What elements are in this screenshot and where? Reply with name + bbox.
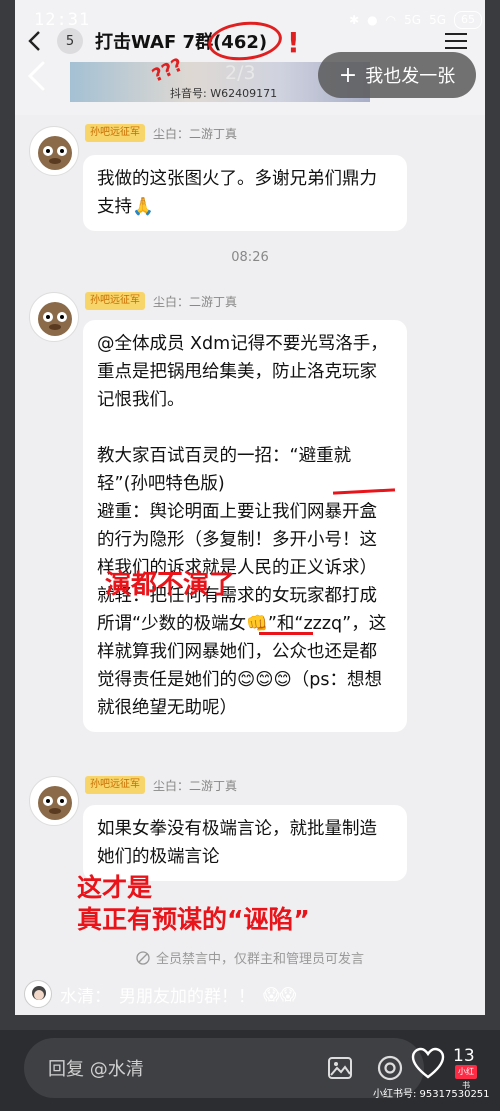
danmaku-comment[interactable]: 水清： 男朋友加的群！！ 😱😱 — [24, 976, 296, 1012]
message-text: 我做的这张图火了。多谢兄弟们鼎力支持🙏 — [97, 169, 377, 217]
comment-emoji: 😱😱 — [263, 984, 297, 1004]
mute-notice: 全员禁言中，仅群主和管理员可发言 — [15, 948, 485, 967]
mention-icon[interactable] — [374, 1052, 406, 1084]
red-text-annotation: 这才是 — [77, 873, 153, 902]
status-bar: 12:31 ✱ ● ◠ 5G 5G 65 — [0, 0, 500, 40]
sender-avatar — [29, 292, 79, 342]
member-badge: 孙吧远征军 — [85, 776, 145, 794]
like-button[interactable] — [410, 1046, 446, 1082]
wifi-icon: ◠ — [385, 13, 397, 27]
red-strike-annotation — [259, 632, 313, 635]
douyin-watermark: 抖音号: W62409171 — [170, 87, 278, 100]
network-5g-1: 5G — [404, 13, 422, 27]
post-one-too-button[interactable]: + 我也发一张 — [318, 52, 476, 98]
comment-text: 男朋友加的群！！ — [119, 986, 255, 1007]
member-badge: 孙吧远征军 — [85, 124, 145, 142]
message-bubble: 我做的这张图火了。多谢兄弟们鼎力支持🙏 — [83, 155, 407, 231]
plus-icon: + — [338, 62, 358, 88]
battery-icon: 65 — [454, 11, 482, 29]
red-text-annotation: 演都不演了 — [105, 570, 236, 600]
sender-avatar — [29, 776, 79, 826]
commenter-name: 水清： — [60, 986, 111, 1007]
status-icons: ✱ ● ◠ 5G 5G 65 — [349, 11, 482, 29]
image-icon[interactable] — [324, 1052, 356, 1084]
message-text: 如果女拳没有极端言论，就批量制造她们的极端言论 — [97, 819, 377, 867]
bluetooth-icon: ✱ — [349, 13, 360, 27]
message-bubble: @全体成员 Xdm记得不要光骂洛手，重点是把锅甩给集美，防止洛克玩家记恨我们。 … — [83, 320, 407, 732]
post-one-too-label: 我也发一张 — [365, 66, 456, 87]
commenter-avatar — [24, 980, 52, 1008]
reply-input[interactable]: 回复 @水清 — [24, 1038, 424, 1098]
back-button[interactable] — [16, 56, 56, 96]
red-text-annotation: 真正有预谋的“诬陷” — [77, 905, 310, 934]
sender-name: 尘白：二游丁真 — [153, 779, 238, 793]
screenshot-image: 抖音号: W62409171 5 打击WAF 7群(462) ! ??? 孙吧远… — [15, 0, 485, 1015]
network-5g-2: 5G — [429, 13, 446, 27]
member-badge: 孙吧远征军 — [85, 292, 145, 310]
sender-name: 尘白：二游丁真 — [153, 295, 238, 309]
sender-avatar — [29, 126, 79, 176]
reply-placeholder: 回复 @水清 — [48, 1059, 144, 1080]
like-count: 13 — [453, 1046, 475, 1066]
message-text: @全体成员 Xdm记得不要光骂洛手，重点是把锅甩给集美，防止洛克玩家记恨我们。 … — [97, 334, 388, 718]
heart-icon — [411, 1047, 445, 1079]
time-stamp: 08:26 — [231, 250, 269, 265]
status-time: 12:31 — [34, 10, 91, 30]
mute-notice-text: 全员禁言中，仅群主和管理员可发言 — [155, 952, 364, 967]
location-icon: ● — [367, 13, 378, 27]
bottom-bar: 回复 @水清 13 小红书 小红书号: 95317530251 — [0, 1030, 500, 1111]
xiaohongshu-logo: 小红书 — [455, 1065, 477, 1090]
sender-name: 尘白：二游丁真 — [153, 127, 238, 141]
mute-icon — [136, 950, 150, 965]
xiaohongshu-id: 小红书号: 95317530251 — [373, 1089, 490, 1100]
image-page-counter: 2/3 — [225, 62, 256, 84]
back-arrow-icon — [27, 61, 45, 91]
